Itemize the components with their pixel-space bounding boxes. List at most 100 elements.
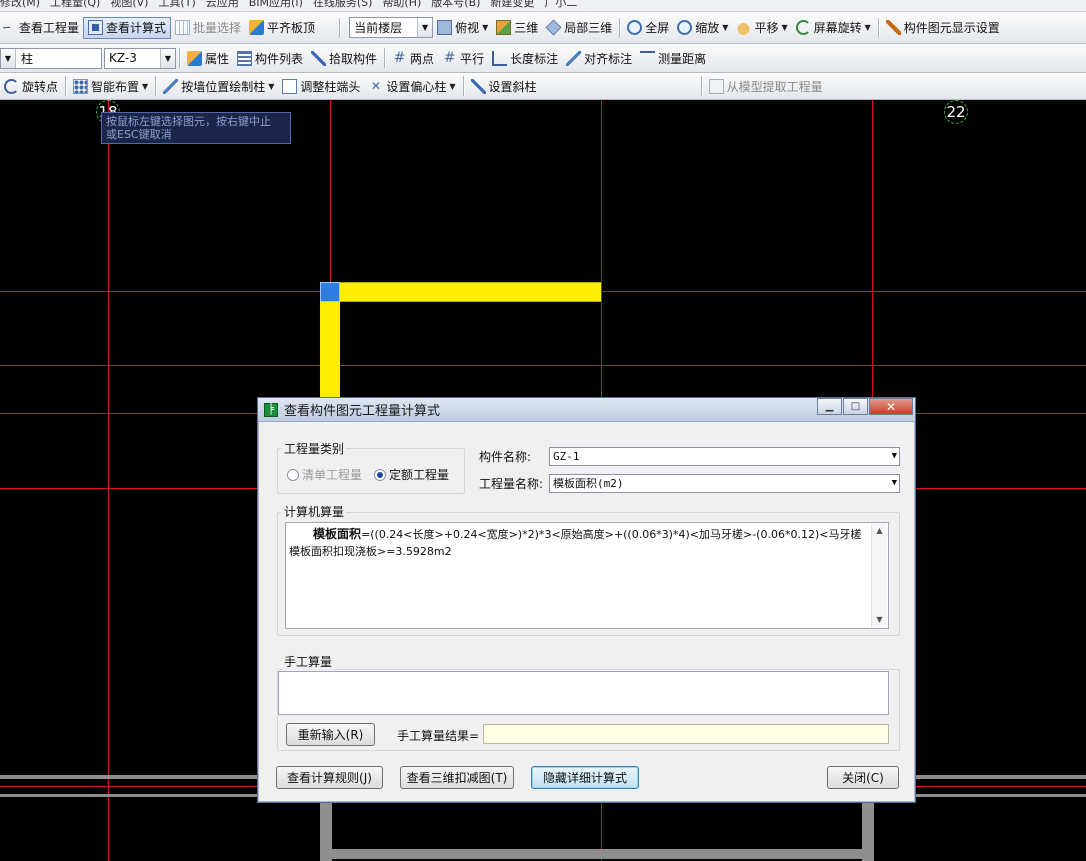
menu-assistant[interactable]: 广小二 [544,0,577,10]
vertical-wall[interactable] [320,292,340,412]
radio-dot [287,468,299,481]
fullscreen-icon [627,20,643,35]
set-offset-column-button[interactable]: ✕ 设置偏心柱 ▼ [364,75,459,97]
chevron-down-icon[interactable]: ▼ [482,23,488,32]
menu-view[interactable]: 视图(V) [110,0,148,10]
grid-line-vertical [108,100,109,861]
properties-button[interactable]: 属性 [183,47,233,69]
formula-dialog: ╞ 查看构件图元工程量计算式 ▁ □ ✕ 工程量类别 清单工程量 定额工程量 构… [257,397,916,803]
pick-component-button[interactable]: 拾取构件 [307,47,381,69]
fullscreen-button[interactable]: 全屏 [623,17,673,39]
radio-quota-quantity[interactable]: 定额工程量 [374,466,449,483]
menu-new-change[interactable]: 新建变更 [490,0,534,10]
menu-bim[interactable]: BIM应用(I) [249,0,303,10]
view-quantity-button[interactable]: ∽ 查看工程量 [0,17,83,39]
chevron-down-icon[interactable]: ▼ [1,48,16,68]
maximize-button[interactable]: □ [843,398,868,415]
screen-rotate-button[interactable]: 屏幕旋转 ▼ [792,17,875,39]
formula-textarea[interactable]: 模板面积=((0.24<长度>+0.24<宽度>)*2)*3<原始高度>+((0… [285,522,889,629]
parallel-button[interactable]: # 平行 [438,47,488,69]
component-name-select[interactable]: KZ-3 ▼ [104,47,176,69]
wall-draw-icon [163,78,179,94]
scroll-down-icon[interactable]: ▼ [872,613,887,627]
measure-icon [640,50,656,66]
minimize-button[interactable]: ▁ [817,398,842,415]
chevron-down-icon[interactable]: ▼ [449,82,455,91]
pan-button[interactable]: 平移 ▼ [732,17,791,39]
toolbar-separator [462,76,464,96]
manual-result-field [483,724,889,744]
component-list-button[interactable]: 构件列表 [233,47,307,69]
batch-select-label: 批量选择 [193,21,242,35]
close-icon: ✕ [885,399,897,414]
component-name-label: 构件名称: [479,450,532,464]
measure-distance-button[interactable]: 测量距离 [636,47,710,69]
three-d-button[interactable]: 三维 [492,17,542,39]
align-dim-button[interactable]: 对齐标注 [562,47,636,69]
pencil-settings-icon [885,20,901,35]
chevron-down-icon[interactable]: ▼ [865,23,871,32]
set-inclined-column-button[interactable]: 设置斜柱 [467,75,541,97]
formula-scrollbar[interactable]: ▲ ▼ [871,524,887,627]
length-dim-label: 长度标注 [510,51,559,66]
align-slab-button[interactable]: 平齐板顶 [245,17,319,39]
top-view-button[interactable]: 俯视 ▼ [433,17,492,39]
menu-bar: 修改(M) 工程量(Q) 视图(V) 工具(T) 云应用 BIM应用(I) 在线… [0,0,1086,12]
batch-select-button[interactable]: 批量选择 [171,17,245,39]
chevron-down-icon[interactable]: ▼ [160,48,175,68]
component-name-value: KZ-3 [109,51,137,65]
rotate-point-button[interactable]: 旋转点 [0,75,62,97]
adjust-column-end-button[interactable]: 调整柱端头 [278,75,364,97]
quantity-name-select[interactable]: 模板面积(m2) ▼ [549,474,900,493]
dialog-title-bar[interactable]: ╞ 查看构件图元工程量计算式 ▁ □ ✕ [258,398,915,422]
hand-icon [736,20,752,35]
scroll-up-icon[interactable]: ▲ [872,524,887,538]
display-settings-button[interactable]: 构件图元显示设置 [882,17,1004,39]
rotate-point-label: 旋转点 [22,79,59,94]
chevron-down-icon[interactable]: ▼ [142,82,148,91]
close-button-label: 关闭(C) [842,771,884,785]
component-type-select[interactable]: ▼ 柱 [0,47,102,69]
extract-from-model-button[interactable]: 从模型提取工程量 [705,75,827,97]
component-name-select[interactable]: GZ-1 ▼ [549,447,900,466]
rotate-point-icon [4,78,19,94]
menu-tools[interactable]: 工具(T) [158,0,195,10]
chevron-down-icon[interactable]: ▼ [417,18,433,37]
two-points-button[interactable]: # 两点 [388,47,438,69]
manual-calc-input[interactable] [278,671,889,715]
measure-distance-label: 测量距离 [658,51,707,66]
chevron-down-icon[interactable]: ▼ [722,23,728,32]
selected-column[interactable] [320,282,340,302]
close-window-button[interactable]: ✕ [869,398,913,415]
reenter-button[interactable]: 重新输入(R) [286,723,375,746]
adjust-column-end-label: 调整柱端头 [300,79,361,94]
view-rules-button[interactable]: 查看计算规则(J) [276,766,383,789]
view-formula-button[interactable]: 查看计算式 [83,16,172,39]
set-inclined-column-label: 设置斜柱 [488,79,537,94]
formula-text: 模板面积=((0.24<长度>+0.24<宽度>)*2)*3<原始高度>+((0… [289,526,866,560]
view-quantity-label: 查看工程量 [19,21,80,35]
draw-by-wall-button[interactable]: 按墙位置绘制柱 ▼ [159,75,278,97]
chevron-down-icon[interactable]: ▼ [781,23,787,32]
radio-bill-quantity[interactable]: 清单工程量 [287,466,362,483]
menu-version[interactable]: 版本号(B) [431,0,480,10]
grid-line-horizontal [0,365,1086,366]
menu-help[interactable]: 帮助(H) [382,0,421,10]
hide-detail-button[interactable]: 隐藏详细计算式 [531,766,639,789]
horizontal-wall[interactable] [340,282,601,302]
menu-quantity[interactable]: 工程量(Q) [50,0,100,10]
length-dim-button[interactable]: 长度标注 [488,47,562,69]
view-3d-deduct-button[interactable]: 查看三维扣减图(T) [400,766,514,789]
reenter-button-label: 重新输入(R) [297,728,364,742]
menu-modify[interactable]: 修改(M) [0,0,40,10]
close-button[interactable]: 关闭(C) [827,766,899,789]
top-view-label: 俯视 [455,21,480,35]
smart-layout-button[interactable]: 智能布置 ▼ [69,75,152,97]
main-toolbar: ∽ 查看工程量 查看计算式 批量选择 平齐板顶 当前楼层 ▼ 俯视 ▼ 三维 局… [0,12,1086,44]
zoom-button[interactable]: 缩放 ▼ [673,17,732,39]
menu-cloud[interactable]: 云应用 [206,0,239,10]
floor-select[interactable]: 当前楼层 ▼ [349,17,434,38]
chevron-down-icon[interactable]: ▼ [268,82,274,91]
menu-online[interactable]: 在线服务(S) [313,0,373,10]
local-3d-button[interactable]: 局部三维 [542,17,616,39]
